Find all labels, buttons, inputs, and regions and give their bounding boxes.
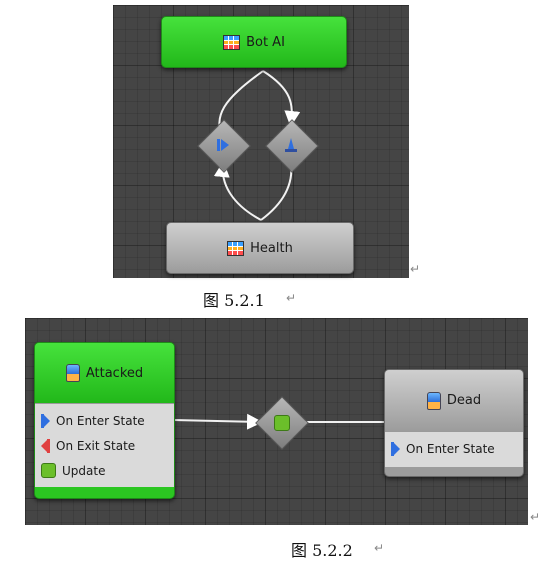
return-mark: ↵: [530, 510, 541, 524]
skip-forward-icon: [217, 139, 229, 151]
grid-icon: [227, 240, 245, 256]
figure1-canvas: Bot AI Health: [113, 5, 409, 278]
return-mark: ↵: [374, 541, 385, 555]
health-node[interactable]: Health: [166, 222, 354, 274]
health-label: Health: [250, 240, 293, 256]
attacked-update[interactable]: Update: [35, 458, 174, 483]
attacked-on-enter-state[interactable]: On Enter State: [35, 408, 174, 433]
figure2-caption: 图 5.2.2: [291, 541, 353, 560]
attacked-on-exit-state[interactable]: On Exit State: [35, 433, 174, 458]
bot-ai-node[interactable]: Bot AI: [161, 16, 347, 68]
dead-label: Dead: [446, 393, 482, 408]
fountain-icon: [285, 138, 297, 152]
bot-ai-label: Bot AI: [246, 34, 285, 50]
enter-icon: [41, 413, 50, 428]
figure1-caption: 图 5.2.1: [203, 291, 265, 310]
state-icon: [65, 364, 80, 382]
attacked-label: Attacked: [85, 365, 144, 381]
update-icon: [41, 463, 56, 478]
grid-icon: [223, 34, 241, 50]
state-icon: [426, 391, 441, 410]
enter-icon: [391, 441, 400, 456]
attacked-node[interactable]: Attacked On Enter State On Exit State Up…: [34, 342, 175, 499]
dead-on-enter-state[interactable]: On Enter State: [385, 436, 523, 461]
figure2-canvas: Attacked On Enter State On Exit State Up…: [25, 318, 528, 525]
dead-node[interactable]: Dead On Enter State: [384, 369, 524, 477]
update-icon: [274, 415, 290, 431]
return-mark: ↵: [410, 262, 421, 276]
exit-icon: [41, 438, 50, 453]
return-mark: ↵: [286, 291, 297, 305]
